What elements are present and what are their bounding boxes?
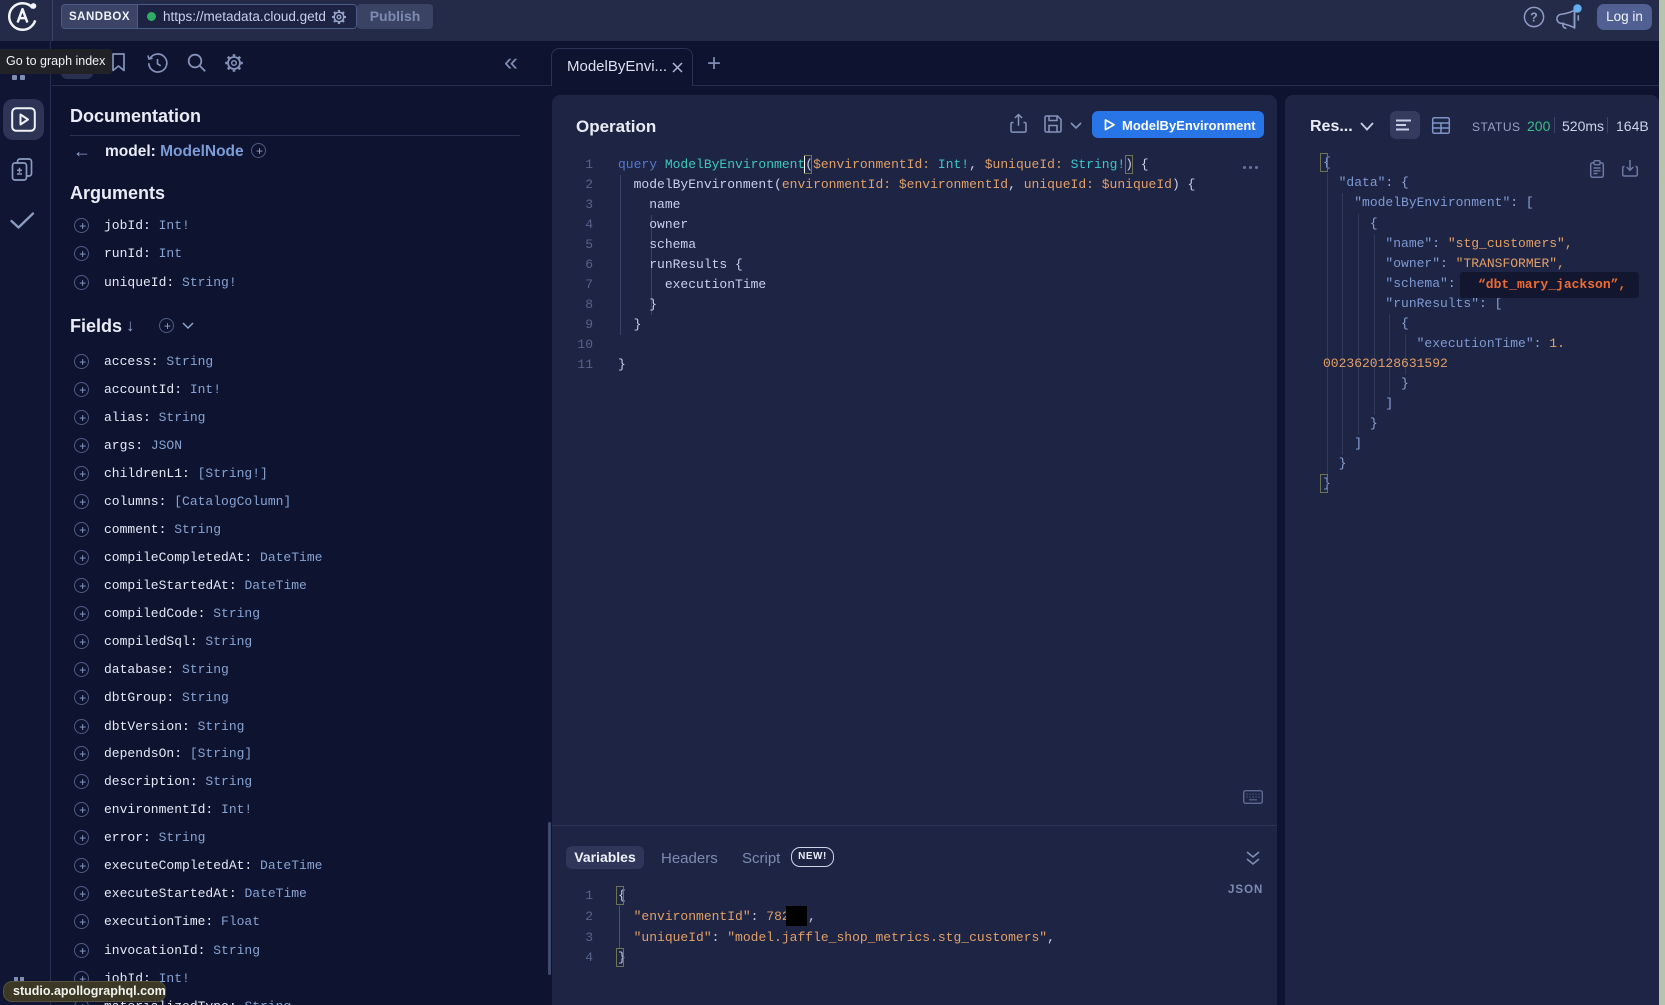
svg-text:?: ? [1530,11,1538,25]
